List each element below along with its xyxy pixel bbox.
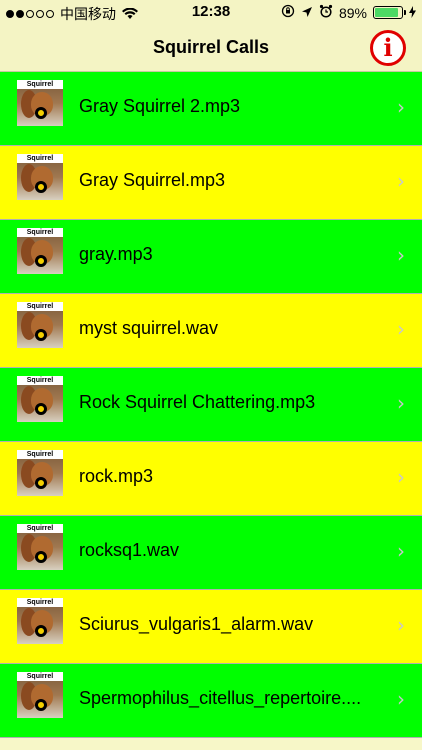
list-item[interactable]: Squirrel myst squirrel.wav › [0,294,422,368]
list-item-label: gray.mp3 [79,244,153,264]
squirrel-thumbnail: Squirrel [17,524,63,570]
speaker-icon [35,477,47,489]
list-item[interactable]: Squirrel Sciurus_vulgaris1_alarm.wav › [0,590,422,664]
list-item-label: Spermophilus_citellus_repertoire.... [79,688,362,708]
thumbnail-label: Squirrel [17,376,63,385]
squirrel-thumbnail: Squirrel [17,80,63,126]
thumbnail-label: Squirrel [17,450,63,459]
list-item[interactable]: Squirrel Spermophilus_citellus_repertoire… [0,664,422,738]
chevron-right-icon: › [397,613,405,637]
thumbnail-label: Squirrel [17,302,63,311]
squirrel-thumbnail: Squirrel [17,228,63,274]
squirrel-thumbnail: Squirrel [17,672,63,718]
list-item-label: Gray Squirrel 2.mp3 [79,96,241,116]
list-item-label: Rock Squirrel Chattering.mp3 [79,392,316,412]
chevron-right-icon: › [397,169,405,193]
battery-icon [373,6,406,19]
status-bar: 中国移动 12:38 89% [0,0,422,24]
speaker-icon [35,403,47,415]
list-item[interactable]: Squirrel Rock Squirrel Chattering.mp3 › [0,368,422,442]
list-item-label: Gray Squirrel.mp3 [79,170,226,190]
squirrel-thumbnail: Squirrel [17,450,63,496]
list-item-label: rocksq1.wav [79,540,180,560]
thumbnail-label: Squirrel [17,524,63,533]
location-arrow-icon [301,5,313,21]
rotation-lock-icon [281,4,295,21]
chevron-right-icon: › [397,539,405,563]
squirrel-thumbnail: Squirrel [17,598,63,644]
speaker-icon [35,551,47,563]
list-item[interactable]: Squirrel rock.mp3 › [0,442,422,516]
speaker-icon [35,625,47,637]
chevron-right-icon: › [397,391,405,415]
charging-icon [409,5,416,21]
thumbnail-label: Squirrel [17,154,63,163]
squirrel-thumbnail: Squirrel [17,376,63,422]
squirrel-thumbnail: Squirrel [17,302,63,348]
page-title: Squirrel Calls [152,37,270,57]
sound-list: Squirrel Gray Squirrel 2.mp3 › Squirrel Gray… [0,72,422,738]
navigation-bar: Squirrel Calls i [0,24,422,72]
list-item-label: Sciurus_vulgaris1_alarm.wav [79,614,314,634]
thumbnail-label: Squirrel [17,228,63,237]
speaker-icon [35,699,47,711]
battery-fill [375,8,399,17]
chevron-right-icon: › [397,317,405,341]
chevron-right-icon: › [397,243,405,267]
list-item-label: rock.mp3 [79,466,154,486]
speaker-icon [35,107,47,119]
battery-percent: 89% [338,4,367,21]
squirrel-thumbnail: Squirrel [17,154,63,200]
thumbnail-label: Squirrel [17,80,63,89]
speaker-icon [35,255,47,267]
info-icon[interactable]: i [370,30,406,66]
chevron-right-icon: › [397,687,405,711]
speaker-icon [35,181,47,193]
list-item[interactable]: Squirrel Gray Squirrel.mp3 › [0,146,422,220]
list-item[interactable]: Squirrel rocksq1.wav › [0,516,422,590]
thumbnail-label: Squirrel [17,598,63,607]
alarm-icon [319,4,333,21]
speaker-icon [35,329,47,341]
list-item[interactable]: Squirrel Gray Squirrel 2.mp3 › [0,72,422,146]
list-item[interactable]: Squirrel gray.mp3 › [0,220,422,294]
list-item-label: myst squirrel.wav [79,318,219,338]
battery-cap [404,10,406,15]
chevron-right-icon: › [397,95,405,119]
thumbnail-label: Squirrel [17,672,63,681]
status-right: 89% [281,4,416,21]
chevron-right-icon: › [397,465,405,489]
